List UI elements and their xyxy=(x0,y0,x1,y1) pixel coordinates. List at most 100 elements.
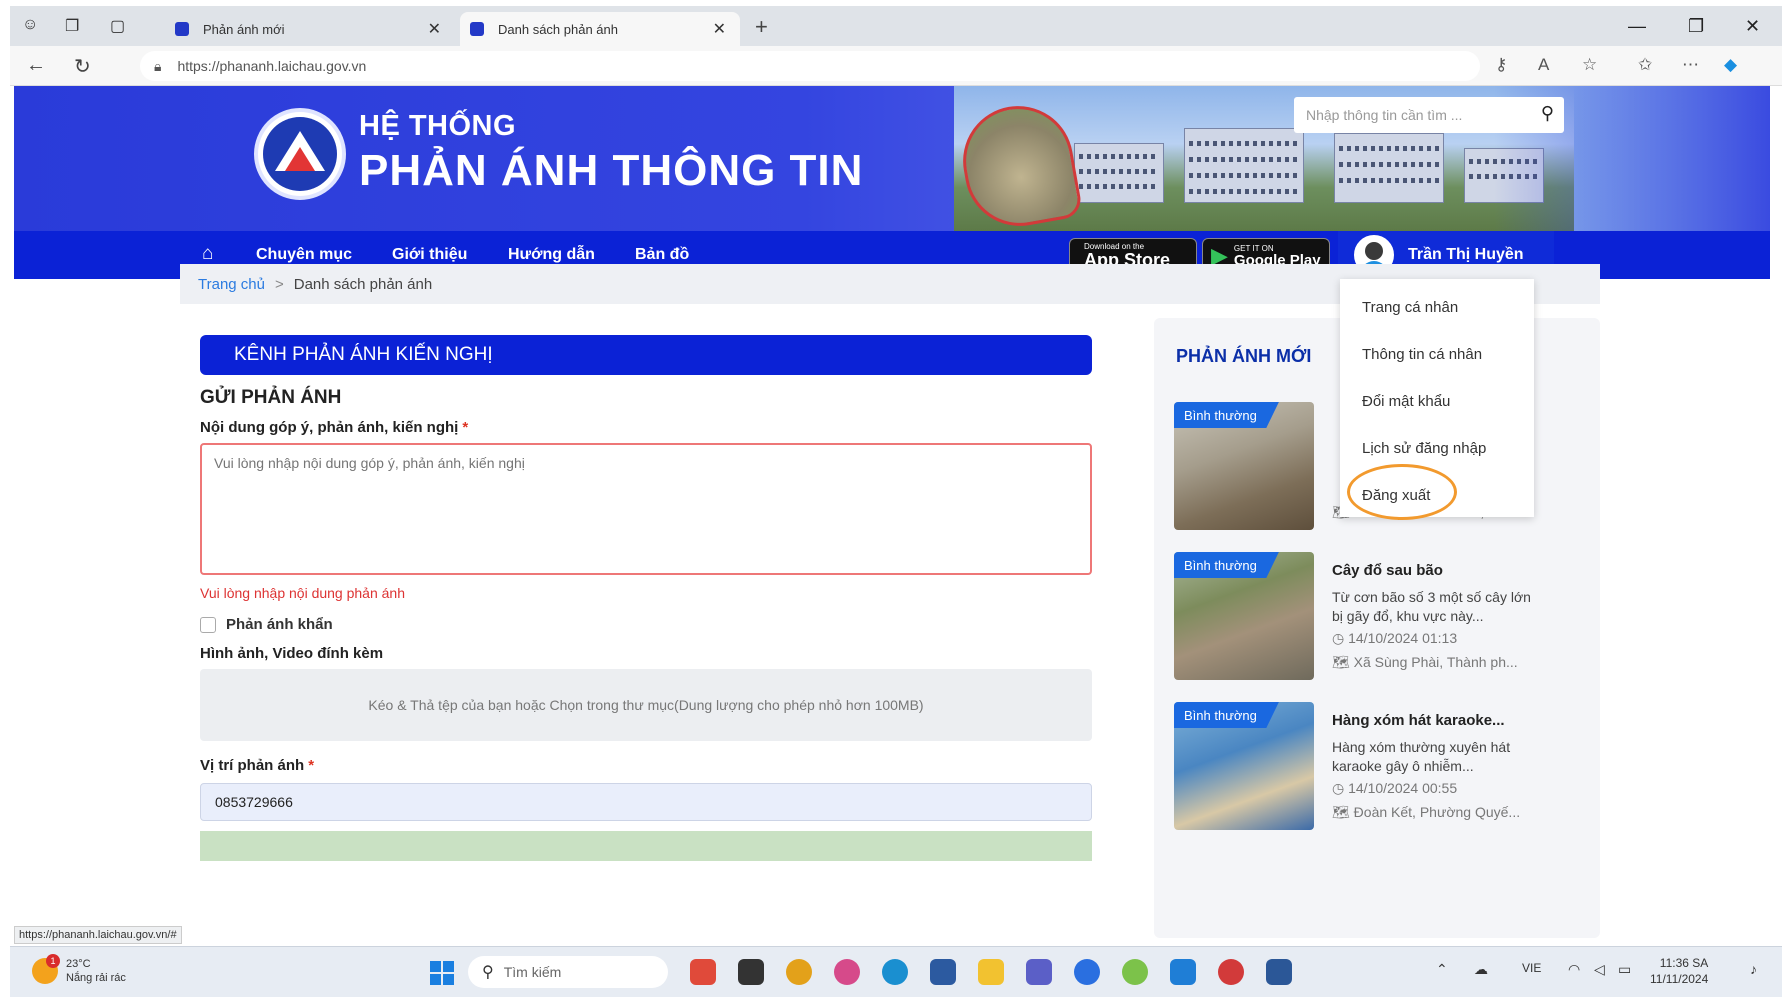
url-field[interactable]: 🔒︎ https://phananh.laichau.gov.vn xyxy=(140,51,1480,81)
back-arrow-icon[interactable]: ← xyxy=(26,54,46,77)
minimize-icon[interactable]: — xyxy=(1628,16,1646,37)
tab-label: Phản ánh mới xyxy=(203,21,285,37)
report-form: KÊNH PHẢN ÁNH KIẾN NGHỊ GỬI PHẢN ÁNH Nội… xyxy=(196,321,1126,941)
volume-icon[interactable]: ◁ xyxy=(1594,961,1605,978)
close-icon[interactable]: ✕ xyxy=(713,19,726,39)
profile-icon[interactable]: ☺ xyxy=(22,16,38,34)
channel-header: KÊNH PHẢN ÁNH KIẾN NGHỊ xyxy=(200,335,1092,375)
notification-app-icon[interactable] xyxy=(1218,959,1244,985)
content-label: Nội dung góp ý, phản ánh, kiến nghị * xyxy=(200,419,469,436)
read-aloud-icon[interactable]: A xyxy=(1538,55,1549,75)
weather-widget[interactable]: 1 23°C Nắng rải rác xyxy=(32,954,126,985)
breadcrumb-current: Danh sách phản ánh xyxy=(293,275,433,293)
lock-icon[interactable]: 🔒︎ xyxy=(154,58,161,75)
tab-actions-icon[interactable]: ▢ xyxy=(110,16,125,36)
status-badge: Bình thường xyxy=(1174,702,1279,728)
zalo-icon[interactable] xyxy=(1074,959,1100,985)
address-bar: ← ↻ 🔒︎ https://phananh.laichau.gov.vn ⚷ … xyxy=(10,46,1782,86)
content-error: Vui lòng nhập nội dung phản ánh xyxy=(200,585,405,601)
search-input[interactable] xyxy=(1306,107,1526,123)
nav-categories[interactable]: Chuyên mục xyxy=(256,246,352,264)
taskbar-search[interactable]: ⚲ Tìm kiếm xyxy=(468,956,668,988)
menu-item-change-password[interactable]: Đổi mật khẩu xyxy=(1362,393,1450,410)
report-thumbnail[interactable]: Bình thường xyxy=(1174,552,1314,680)
tab-new-report[interactable]: Phản ánh mới ✕ xyxy=(165,12,455,46)
reload-icon[interactable]: ↻ xyxy=(74,54,91,79)
language-indicator[interactable]: VIE xyxy=(1522,961,1541,975)
nav-guide[interactable]: Hướng dẫn xyxy=(508,246,595,264)
file-dropzone[interactable]: Kéo & Thả tệp của bạn hoặc Chọn trong th… xyxy=(200,669,1092,741)
key-icon[interactable]: ⚷ xyxy=(1495,55,1507,75)
notifications-bell-icon[interactable]: ♪ xyxy=(1750,961,1757,977)
menu-item-login-history[interactable]: Lịch sử đăng nhập xyxy=(1362,440,1486,457)
new-tab-plus-icon[interactable]: + xyxy=(755,14,768,40)
dropzone-text: Kéo & Thả tệp của bạn hoặc Chọn trong th… xyxy=(368,697,924,713)
restore-icon[interactable]: ❐ xyxy=(1688,16,1704,37)
green-app-icon[interactable] xyxy=(1122,959,1148,985)
app-icon[interactable] xyxy=(1170,959,1196,985)
close-window-icon[interactable]: ✕ xyxy=(1745,16,1760,37)
report-description: Hàng xóm thường xuyên hát karaoke gây ô … xyxy=(1332,739,1511,774)
site-favicon-icon xyxy=(175,22,189,36)
battery-icon[interactable]: ▭ xyxy=(1618,961,1631,978)
nav-about[interactable]: Giới thiệu xyxy=(392,246,467,264)
teams-icon[interactable] xyxy=(1026,959,1052,985)
more-menu-icon[interactable]: ⋯ xyxy=(1682,55,1699,75)
search-icon[interactable]: ⚲ xyxy=(1541,103,1554,124)
store-icon[interactable] xyxy=(930,959,956,985)
position-label: Vị trí phản ánh * xyxy=(200,757,315,774)
position-input[interactable]: 0853729666 xyxy=(200,783,1092,821)
nav-map[interactable]: Bản đồ xyxy=(635,246,689,264)
report-date: ◷ 14/10/2024 00:55 xyxy=(1332,780,1458,796)
workspaces-icon[interactable]: ❐ xyxy=(65,16,79,36)
report-title[interactable]: Hàng xóm hát karaoke... xyxy=(1332,712,1505,729)
breadcrumb-home-link[interactable]: Trang chủ xyxy=(198,276,265,293)
chrome-icon[interactable] xyxy=(786,959,812,985)
breadcrumb-separator: > xyxy=(274,275,284,293)
urgent-checkbox[interactable] xyxy=(200,616,216,633)
map-preview[interactable] xyxy=(200,831,1092,861)
home-icon[interactable]: ⌂ xyxy=(202,243,213,265)
content-textarea[interactable] xyxy=(200,443,1092,575)
report-title[interactable]: Cây đổ sau bão xyxy=(1332,562,1443,579)
favorite-star-icon[interactable]: ☆ xyxy=(1582,55,1597,75)
edge-icon[interactable] xyxy=(882,959,908,985)
form-title: GỬI PHẢN ÁNH xyxy=(200,387,342,408)
tab-label: Danh sách phản ánh xyxy=(498,21,618,37)
word-icon[interactable] xyxy=(1266,959,1292,985)
widget-app-icon[interactable] xyxy=(690,959,716,985)
brand-title: PHẢN ÁNH THÔNG TIN xyxy=(359,146,864,195)
report-thumbnail[interactable]: Bình thường xyxy=(1174,402,1314,530)
report-location: 🗺︎ Xã Sùng Phài, Thành ph... xyxy=(1332,654,1518,670)
onedrive-icon[interactable]: ☁ xyxy=(1474,961,1488,978)
photos-icon[interactable] xyxy=(834,959,860,985)
task-view-icon[interactable] xyxy=(738,959,764,985)
taskbar: 1 23°C Nắng rải rác ⚲ Tìm kiếm ⌃ ☁ VIE ◠… xyxy=(10,946,1782,997)
windows-start-icon[interactable] xyxy=(430,961,454,985)
file-explorer-icon[interactable] xyxy=(978,959,1004,985)
list-item[interactable]: Bình thường Hàng xóm hát karaoke... Hàng… xyxy=(1174,702,1594,832)
report-location: 🗺︎ Đoàn Kết, Phường Quyế... xyxy=(1332,804,1521,820)
favorites-icon[interactable]: ✩ xyxy=(1638,55,1652,75)
report-date: ◷ 14/10/2024 01:13 xyxy=(1332,630,1458,646)
list-item[interactable]: Bình thường Cây đổ sau bão Từ cơn bão số… xyxy=(1174,552,1594,682)
urgent-option[interactable]: Phản ánh khẩn xyxy=(200,616,333,633)
chevron-up-icon[interactable]: ⌃ xyxy=(1436,961,1448,978)
user-dropdown-menu: Trang cá nhân Thông tin cá nhân Đổi mật … xyxy=(1340,279,1534,520)
screenshot-frame: ☺ ❐ ▢ Phản ánh mới ✕ Danh sách phản ánh … xyxy=(0,0,1782,997)
report-thumbnail[interactable]: Bình thường xyxy=(1174,702,1314,830)
weather-icon: 1 xyxy=(32,954,60,984)
site-favicon-icon xyxy=(470,22,484,36)
close-icon[interactable]: ✕ xyxy=(428,19,441,39)
attachments-label: Hình ảnh, Video đính kèm xyxy=(200,645,384,662)
status-badge: Bình thường xyxy=(1174,552,1279,578)
brand-line1: HỆ THỐNG xyxy=(359,110,517,142)
status-badge: Bình thường xyxy=(1174,402,1279,428)
menu-item-personal-info[interactable]: Thông tin cá nhân xyxy=(1362,346,1482,363)
wifi-icon[interactable]: ◠ xyxy=(1568,961,1580,978)
tab-report-list[interactable]: Danh sách phản ánh ✕ xyxy=(460,12,740,46)
province-logo[interactable] xyxy=(254,108,346,200)
copilot-icon[interactable]: ◆ xyxy=(1724,55,1737,75)
menu-item-profile[interactable]: Trang cá nhân xyxy=(1362,299,1458,316)
taskbar-clock[interactable]: 11:36 SA 11/11/2024 xyxy=(1650,955,1708,987)
